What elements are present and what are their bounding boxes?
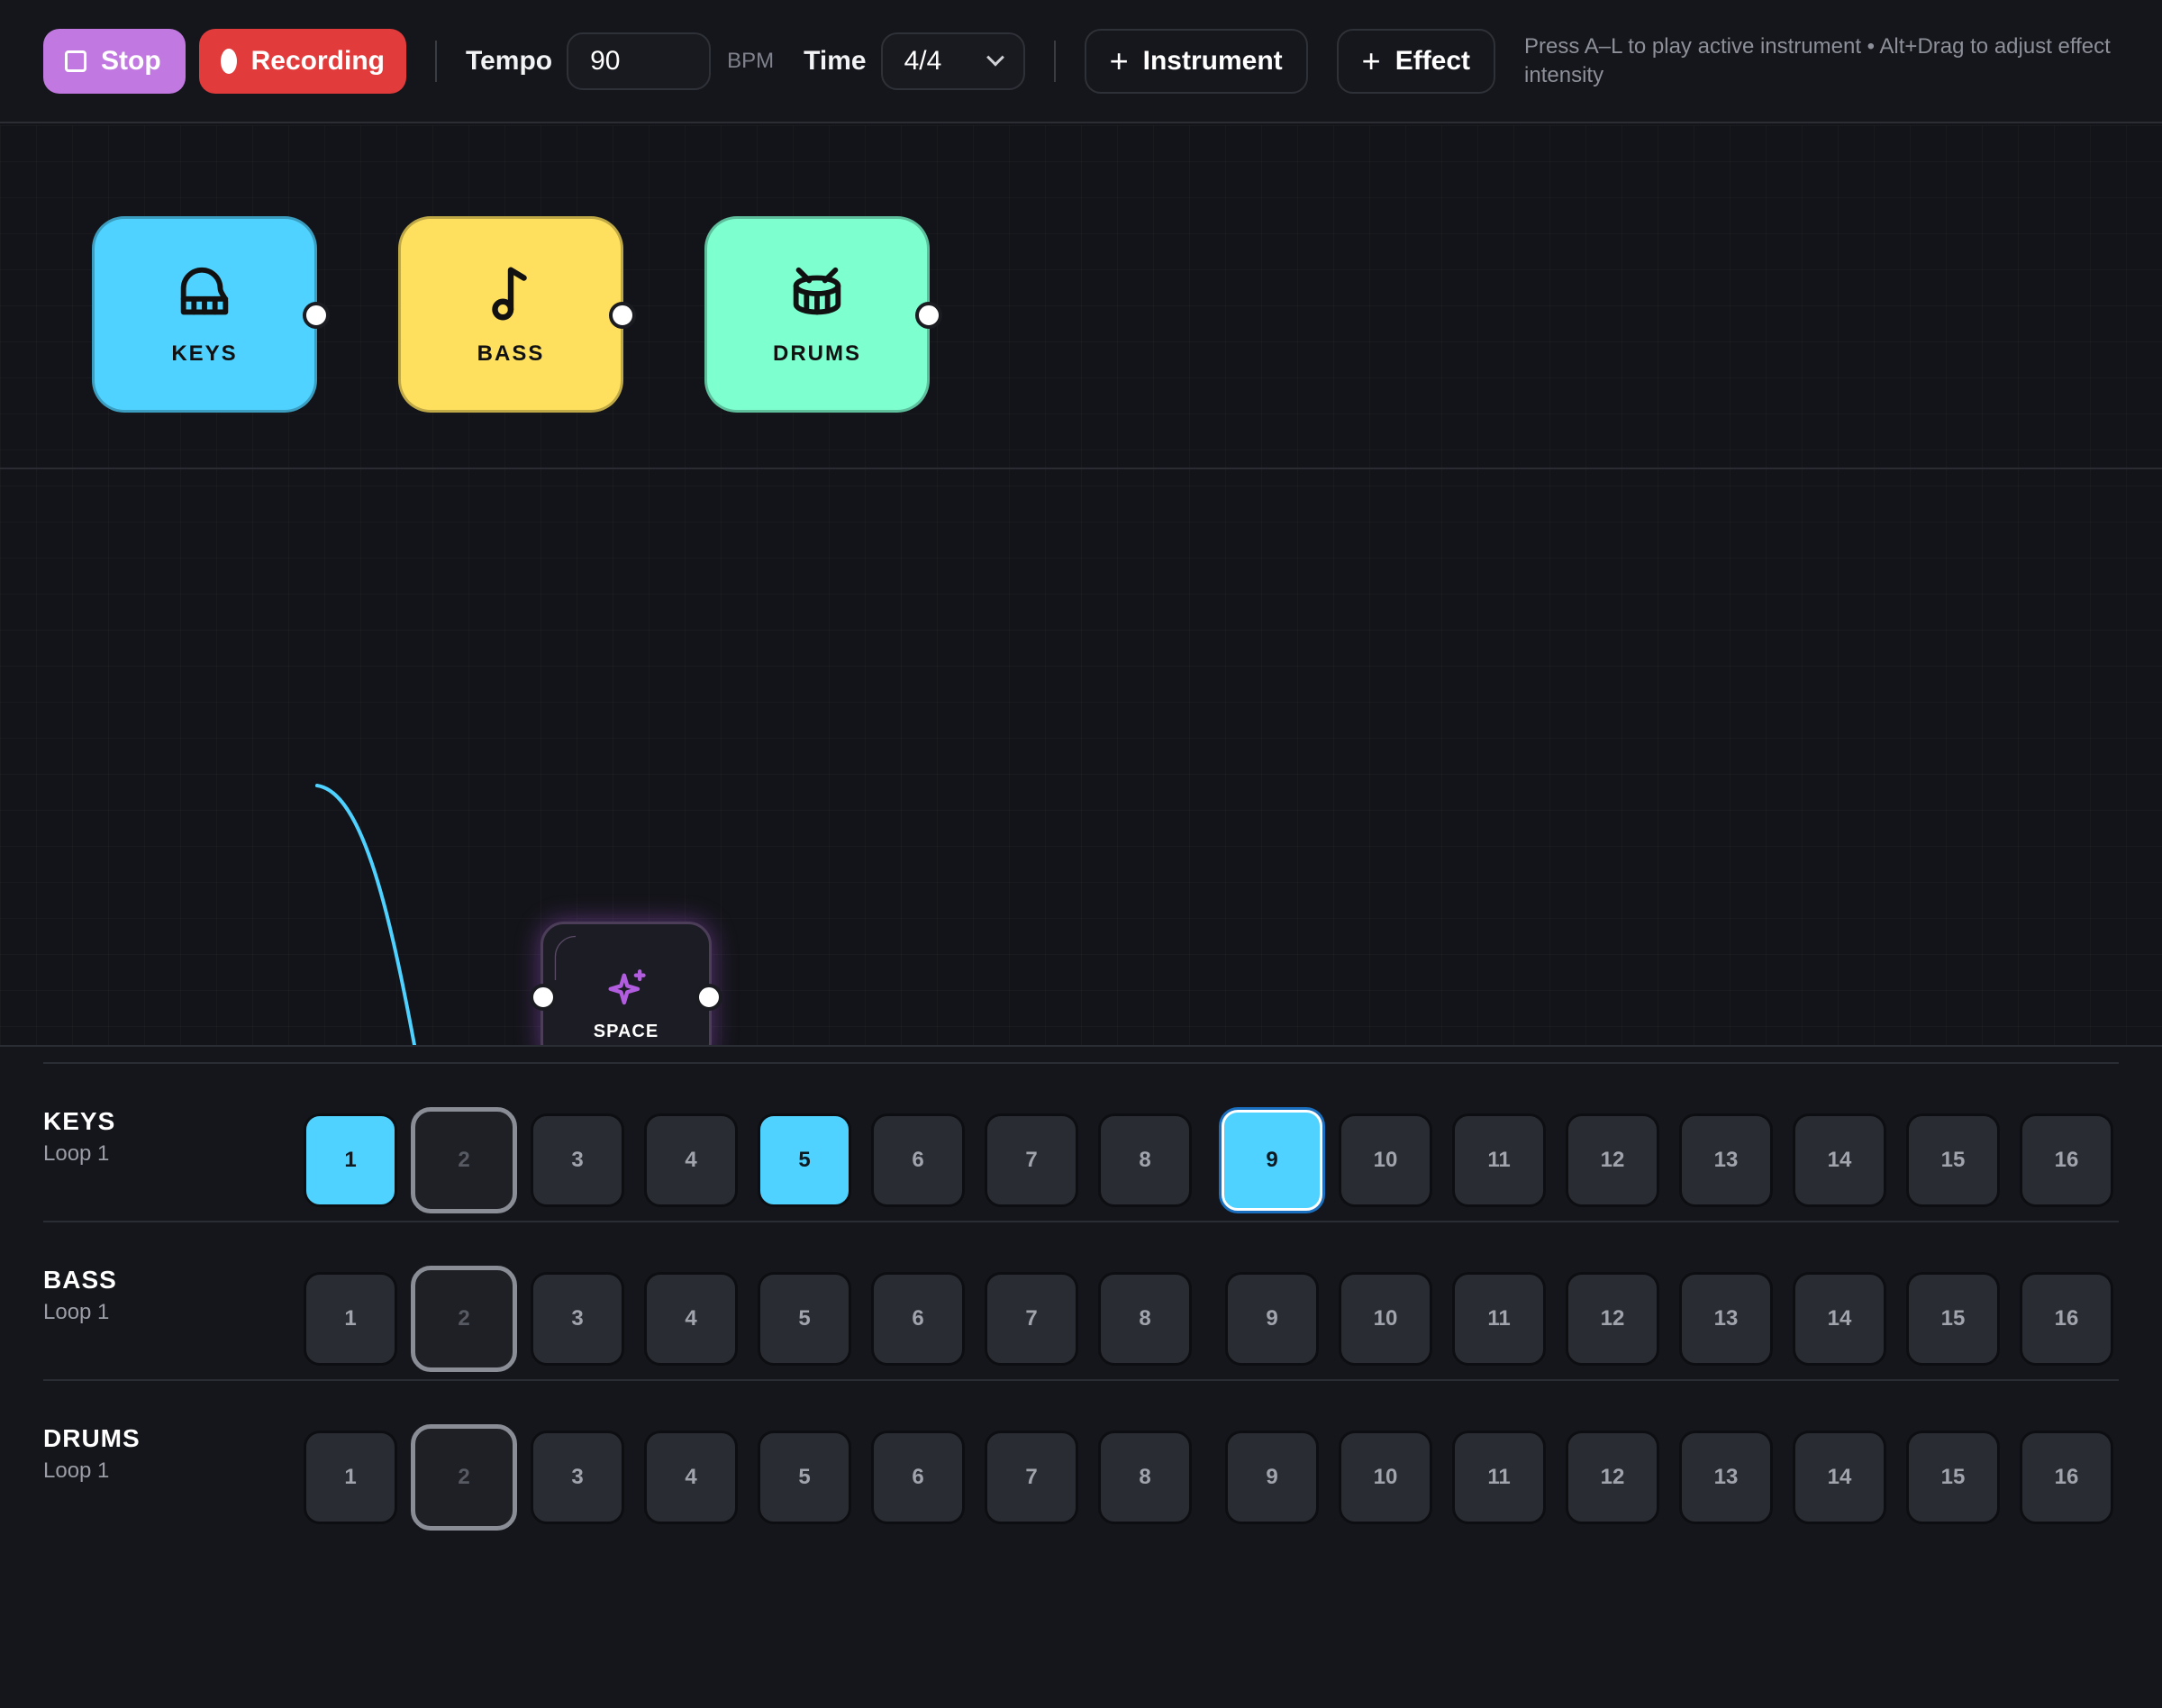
step-button[interactable]: 3 xyxy=(531,1113,624,1207)
step-button[interactable]: 7 xyxy=(985,1272,1078,1366)
track-loop: Loop 1 xyxy=(43,1300,110,1324)
add-effect-button[interactable]: + Effect xyxy=(1336,28,1496,94)
step-button[interactable]: 3 xyxy=(531,1272,624,1366)
step-button[interactable]: 12 xyxy=(1566,1431,1659,1524)
row-divider xyxy=(43,1221,2119,1222)
step-button[interactable]: 15 xyxy=(1906,1113,2000,1207)
track-name: DRUMS xyxy=(43,1424,141,1452)
intensity-arc xyxy=(554,935,577,980)
track-loop: Loop 1 xyxy=(43,1458,110,1483)
add-effect-label: Effect xyxy=(1394,45,1471,76)
step-button[interactable]: 16 xyxy=(2020,1431,2113,1524)
plus-icon: + xyxy=(1361,41,1381,79)
step-button[interactable]: 9 xyxy=(1225,1272,1319,1366)
plus-icon: + xyxy=(1109,41,1129,79)
step-button[interactable]: 12 xyxy=(1566,1113,1659,1207)
track-loop: Loop 1 xyxy=(43,1141,110,1166)
step-button[interactable]: 8 xyxy=(1098,1272,1192,1366)
effect-label: SPACE xyxy=(593,1022,659,1041)
step-button[interactable]: 8 xyxy=(1098,1113,1192,1207)
add-instrument-label: Instrument xyxy=(1142,45,1283,76)
record-dot-icon xyxy=(221,48,237,74)
row-divider xyxy=(43,1379,2119,1381)
row-divider xyxy=(43,1062,2119,1064)
step-button[interactable]: 7 xyxy=(985,1113,1078,1207)
track-name: BASS xyxy=(43,1266,117,1294)
step-button[interactable]: 10 xyxy=(1339,1272,1432,1366)
step-button[interactable]: 11 xyxy=(1452,1431,1546,1524)
step-button[interactable]: 16 xyxy=(2020,1272,2113,1366)
step-button[interactable]: 7 xyxy=(985,1431,1078,1524)
recording-button[interactable]: Recording xyxy=(199,28,406,94)
effect-input-port[interactable] xyxy=(530,984,557,1011)
time-signature-select[interactable]: 4/4 xyxy=(880,32,1025,90)
step-button[interactable]: 5 xyxy=(758,1272,851,1366)
stop-label: Stop xyxy=(101,45,161,76)
step-button[interactable]: 5 xyxy=(758,1431,851,1524)
sparkle-icon xyxy=(608,969,646,1005)
effect-node-space[interactable]: SPACE xyxy=(540,922,712,1045)
step-button[interactable]: 1 xyxy=(304,1431,397,1524)
step-button[interactable]: 11 xyxy=(1452,1272,1546,1366)
step-button[interactable]: 13 xyxy=(1679,1431,1773,1524)
step-button[interactable]: 14 xyxy=(1793,1431,1886,1524)
step-button[interactable]: 10 xyxy=(1339,1113,1432,1207)
effect-output-port[interactable] xyxy=(695,984,722,1011)
step-button[interactable]: 4 xyxy=(644,1431,738,1524)
step-button[interactable]: 10 xyxy=(1339,1431,1432,1524)
step-button[interactable]: 16 xyxy=(2020,1113,2113,1207)
step-button[interactable]: 13 xyxy=(1679,1113,1773,1207)
step-button[interactable]: 4 xyxy=(644,1272,738,1366)
track-name: KEYS xyxy=(43,1107,116,1135)
step-button[interactable]: 6 xyxy=(871,1113,965,1207)
step-button[interactable]: 11 xyxy=(1452,1113,1546,1207)
step-button[interactable]: 1 xyxy=(304,1272,397,1366)
step-button[interactable]: 15 xyxy=(1906,1431,2000,1524)
step-button[interactable]: 12 xyxy=(1566,1272,1659,1366)
stop-button[interactable]: Stop xyxy=(43,28,186,94)
keyboard-hint: Press A–L to play active instrument • Al… xyxy=(1524,33,2111,87)
step-button[interactable]: 13 xyxy=(1679,1272,1773,1366)
stop-icon xyxy=(65,50,86,72)
step-button[interactable]: 9 xyxy=(1222,1110,1322,1211)
step-button[interactable]: 2 xyxy=(411,1107,517,1213)
patch-canvas[interactable]: KEYS BASS DRUMS SPACE xyxy=(0,125,2162,1045)
step-button[interactable]: 5 xyxy=(758,1113,851,1207)
step-button[interactable]: 1 xyxy=(304,1113,397,1207)
step-button[interactable]: 14 xyxy=(1793,1113,1886,1207)
toolbar: Stop Recording Tempo 90 BPM Time 4/4 + I… xyxy=(0,0,2162,123)
step-button[interactable]: 14 xyxy=(1793,1272,1886,1366)
step-button[interactable]: 2 xyxy=(411,1266,517,1372)
tempo-label: Tempo xyxy=(466,45,553,76)
connection-cable[interactable] xyxy=(0,125,2162,1045)
step-button[interactable]: 15 xyxy=(1906,1272,2000,1366)
recording-label: Recording xyxy=(250,45,385,76)
step-button[interactable]: 9 xyxy=(1225,1431,1319,1524)
toolbar-divider xyxy=(1053,40,1056,82)
step-button[interactable]: 4 xyxy=(644,1113,738,1207)
add-instrument-button[interactable]: + Instrument xyxy=(1084,28,1308,94)
chevron-down-icon xyxy=(986,48,1004,67)
tempo-input[interactable]: 90 xyxy=(567,32,712,90)
step-button[interactable]: 3 xyxy=(531,1431,624,1524)
time-signature-value: 4/4 xyxy=(904,45,942,76)
step-button[interactable]: 2 xyxy=(411,1424,517,1531)
bpm-unit: BPM xyxy=(727,48,775,73)
step-sequencer: KEYS Loop 1 1 2 3 4 5 6 7 8 9 10 11 12 13 14 15 16 BASS Loo… xyxy=(0,1045,2162,1708)
step-button[interactable]: 6 xyxy=(871,1272,965,1366)
tempo-value: 90 xyxy=(590,45,621,76)
toolbar-divider xyxy=(435,40,437,82)
time-label: Time xyxy=(804,45,867,76)
step-button[interactable]: 6 xyxy=(871,1431,965,1524)
step-button[interactable]: 8 xyxy=(1098,1431,1192,1524)
